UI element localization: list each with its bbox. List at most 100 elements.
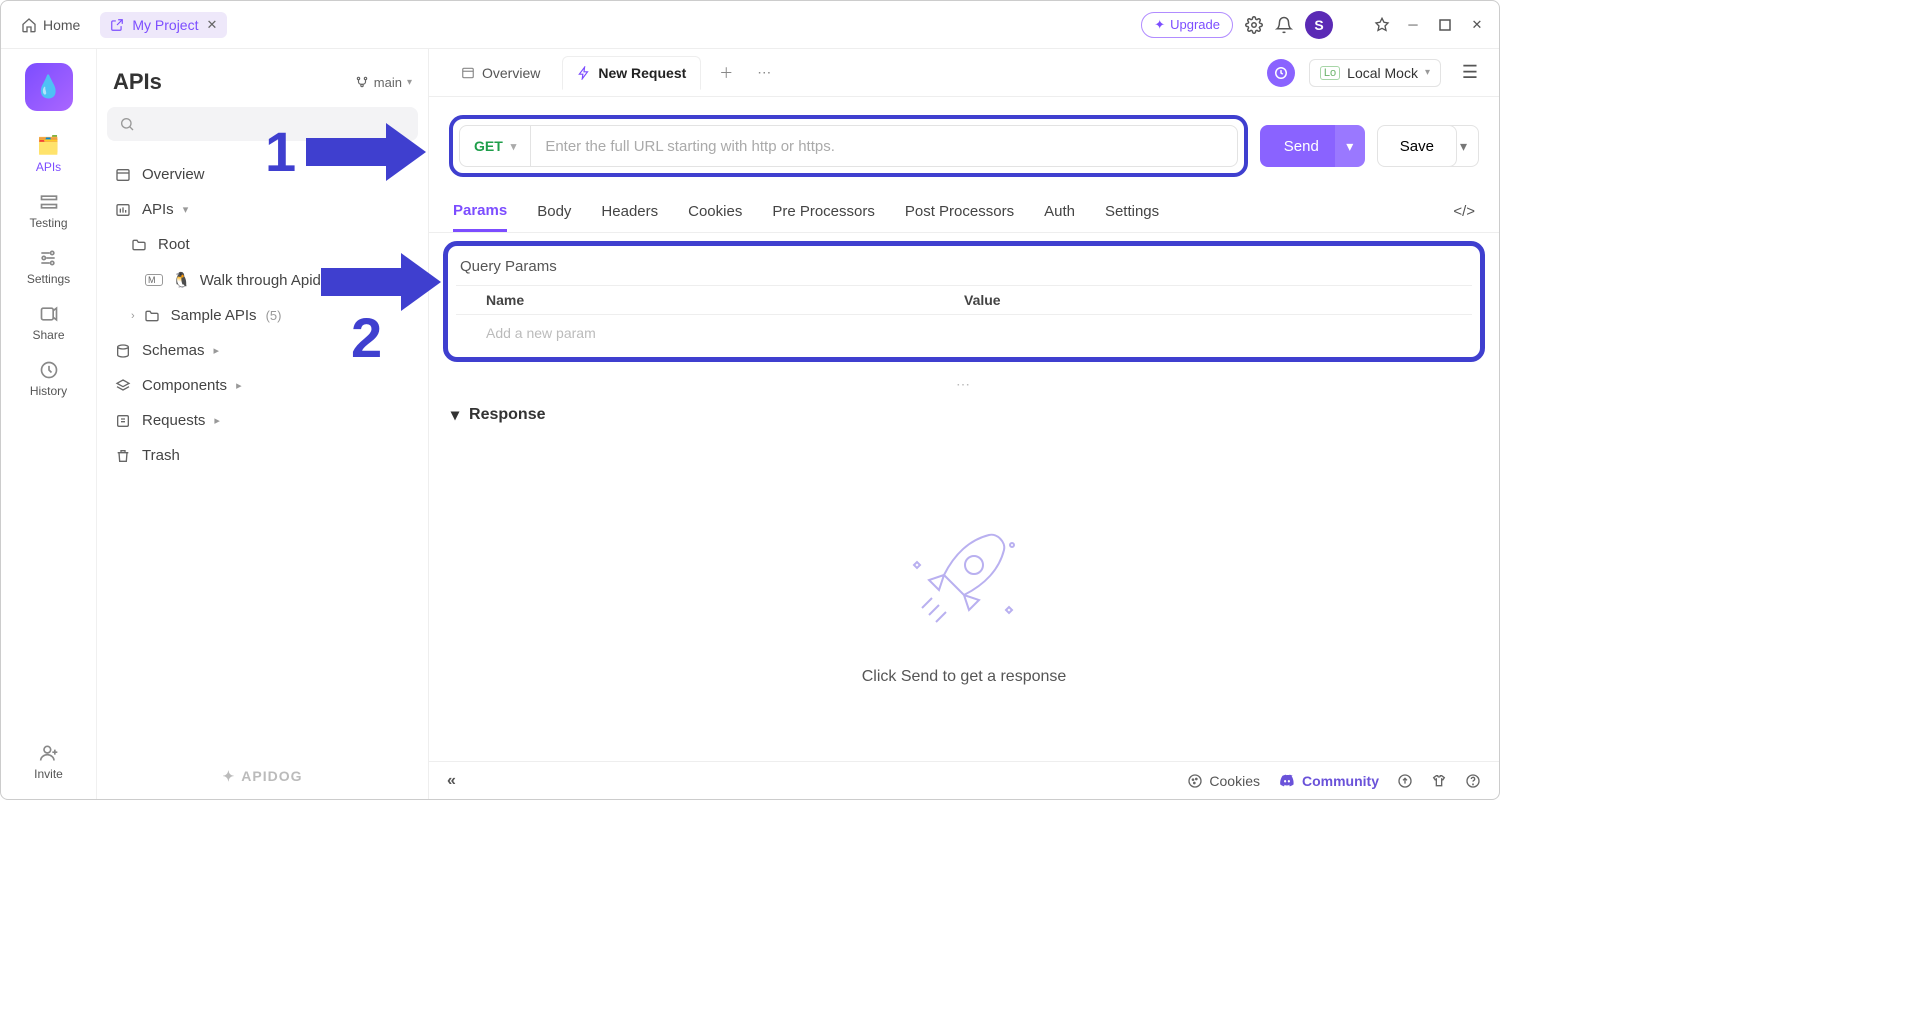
discord-icon: [1278, 772, 1296, 790]
bolt-icon: [577, 66, 591, 80]
tree-overview[interactable]: Overview: [105, 157, 420, 192]
chevron-right-icon: ▸: [214, 344, 220, 357]
save-label: Save: [1400, 138, 1434, 155]
rail-share-label: Share: [32, 328, 64, 342]
tree-apis[interactable]: APIs ▾: [105, 192, 420, 227]
query-params-title: Query Params: [456, 252, 1472, 285]
window-minimize[interactable]: ─: [1403, 17, 1423, 32]
home-tab[interactable]: Home: [13, 13, 88, 37]
method-label: GET: [474, 138, 503, 154]
bottom-cookies[interactable]: Cookies: [1187, 773, 1260, 789]
tree-trash[interactable]: Trash: [105, 438, 420, 473]
send-dropdown[interactable]: ▾: [1335, 125, 1365, 167]
subtab-cookies[interactable]: Cookies: [688, 191, 742, 232]
branch-selector[interactable]: main ▾: [355, 75, 412, 90]
send-button[interactable]: Send: [1260, 125, 1343, 167]
avatar[interactable]: S: [1305, 11, 1333, 39]
tab-options[interactable]: ⋯: [751, 56, 777, 89]
main-area: Overview New Request ＋ ⋯ Lo Local Mock ▾…: [429, 49, 1499, 799]
subtab-settings[interactable]: Settings: [1105, 191, 1159, 232]
home-icon: [21, 17, 37, 33]
url-input[interactable]: [530, 125, 1237, 167]
request-subtabs: Params Body Headers Cookies Pre Processo…: [429, 191, 1499, 233]
tab-new-request[interactable]: New Request: [562, 56, 701, 90]
close-icon[interactable]: ✕: [206, 17, 217, 33]
resize-handle[interactable]: ⋯: [429, 374, 1499, 395]
tree-components[interactable]: Components ▸: [105, 368, 420, 403]
subtab-headers[interactable]: Headers: [601, 191, 658, 232]
icon-rail: 💧 🗂️ APIs Testing Settings Share: [1, 49, 97, 799]
rocket-icon: [894, 510, 1034, 650]
response-header[interactable]: ▾ Response: [429, 395, 1499, 435]
tab-overview-label: Overview: [482, 65, 540, 81]
rail-settings[interactable]: Settings: [27, 248, 70, 286]
help-icon[interactable]: [1465, 773, 1481, 789]
avatar-initial: S: [1314, 17, 1323, 33]
subtab-auth[interactable]: Auth: [1044, 191, 1075, 232]
app-logo[interactable]: 💧: [25, 63, 73, 111]
panel-menu[interactable]: ☰: [1457, 62, 1483, 83]
sidebar-search[interactable]: [107, 107, 418, 141]
window-close[interactable]: ✕: [1467, 17, 1487, 33]
rail-apis[interactable]: 🗂️ APIs: [36, 135, 61, 174]
overview-icon: [115, 167, 133, 183]
sparkle-icon: ✦: [1154, 17, 1165, 33]
env-label: Local Mock: [1347, 65, 1418, 81]
tab-overview[interactable]: Overview: [447, 57, 554, 89]
sidebar-title: APIs: [113, 69, 162, 95]
subtab-params[interactable]: Params: [453, 191, 507, 232]
folder-icon: [131, 237, 149, 253]
tree-schemas[interactable]: Schemas ▸: [105, 333, 420, 368]
pin-icon[interactable]: [1373, 16, 1391, 34]
folder-icon: [144, 308, 162, 324]
upgrade-button[interactable]: ✦ Upgrade: [1141, 12, 1233, 38]
tab-new-request-label: New Request: [598, 65, 686, 81]
subtab-body[interactable]: Body: [537, 191, 571, 232]
response-body: Click Send to get a response: [429, 435, 1499, 761]
query-param-row[interactable]: [456, 314, 1472, 351]
sidebar: APIs main ▾ Overview: [97, 49, 429, 799]
gear-icon[interactable]: [1245, 16, 1263, 34]
upload-icon[interactable]: [1397, 773, 1413, 789]
tree-requests-label: Requests: [142, 412, 205, 429]
project-tab[interactable]: My Project ✕: [100, 12, 227, 38]
tree-apis-label: APIs: [142, 201, 174, 218]
bell-icon[interactable]: [1275, 16, 1293, 34]
tree-sample-apis[interactable]: › Sample APIs (5): [105, 298, 420, 333]
tree-walk-label: Walk through Apid: [200, 272, 321, 289]
rail-share[interactable]: Share: [32, 304, 64, 342]
subtab-post[interactable]: Post Processors: [905, 191, 1014, 232]
window-maximize[interactable]: [1435, 19, 1455, 31]
subtab-pre[interactable]: Pre Processors: [772, 191, 875, 232]
tree-requests[interactable]: Requests ▸: [105, 403, 420, 438]
rail-testing[interactable]: Testing: [29, 192, 67, 230]
chevron-down-icon: ▾: [451, 405, 459, 425]
save-dropdown[interactable]: ▾: [1449, 125, 1479, 167]
run-button[interactable]: [1267, 59, 1295, 87]
titlebar: Home My Project ✕ ✦ Upgrade S ─ ✕: [1, 1, 1499, 49]
rail-history[interactable]: History: [30, 360, 67, 398]
add-tab-button[interactable]: ＋: [709, 55, 743, 91]
query-params-highlight: Query Params Name Value: [443, 241, 1485, 362]
bottom-community[interactable]: Community: [1278, 772, 1379, 790]
environment-selector[interactable]: Lo Local Mock ▾: [1309, 59, 1441, 87]
rail-invite[interactable]: Invite: [34, 743, 63, 781]
method-selector[interactable]: GET ▾: [459, 125, 530, 167]
collapse-sidebar-icon[interactable]: «: [447, 772, 456, 790]
tree-root[interactable]: Root: [105, 227, 420, 262]
tshirt-icon[interactable]: [1431, 773, 1447, 789]
url-highlight: GET ▾: [449, 115, 1248, 177]
tree-walk-through[interactable]: M 🐧 Walk through Apid: [105, 262, 420, 298]
main-tabs: Overview New Request ＋ ⋯ Lo Local Mock ▾…: [429, 49, 1499, 97]
param-value-input[interactable]: [964, 325, 1442, 341]
apis-node-icon: [115, 202, 133, 218]
chevron-down-icon: ▾: [1425, 67, 1430, 78]
code-view-toggle[interactable]: </>: [1453, 203, 1475, 220]
request-bar: GET ▾ Send ▾ Save ▾: [429, 97, 1499, 191]
chevron-down-icon: ▾: [511, 140, 517, 153]
save-button[interactable]: Save: [1377, 125, 1457, 167]
param-name-input[interactable]: [486, 325, 964, 341]
send-label: Send: [1284, 138, 1319, 155]
env-tag: Lo: [1320, 66, 1340, 80]
chevron-right-icon: ▸: [236, 379, 242, 392]
